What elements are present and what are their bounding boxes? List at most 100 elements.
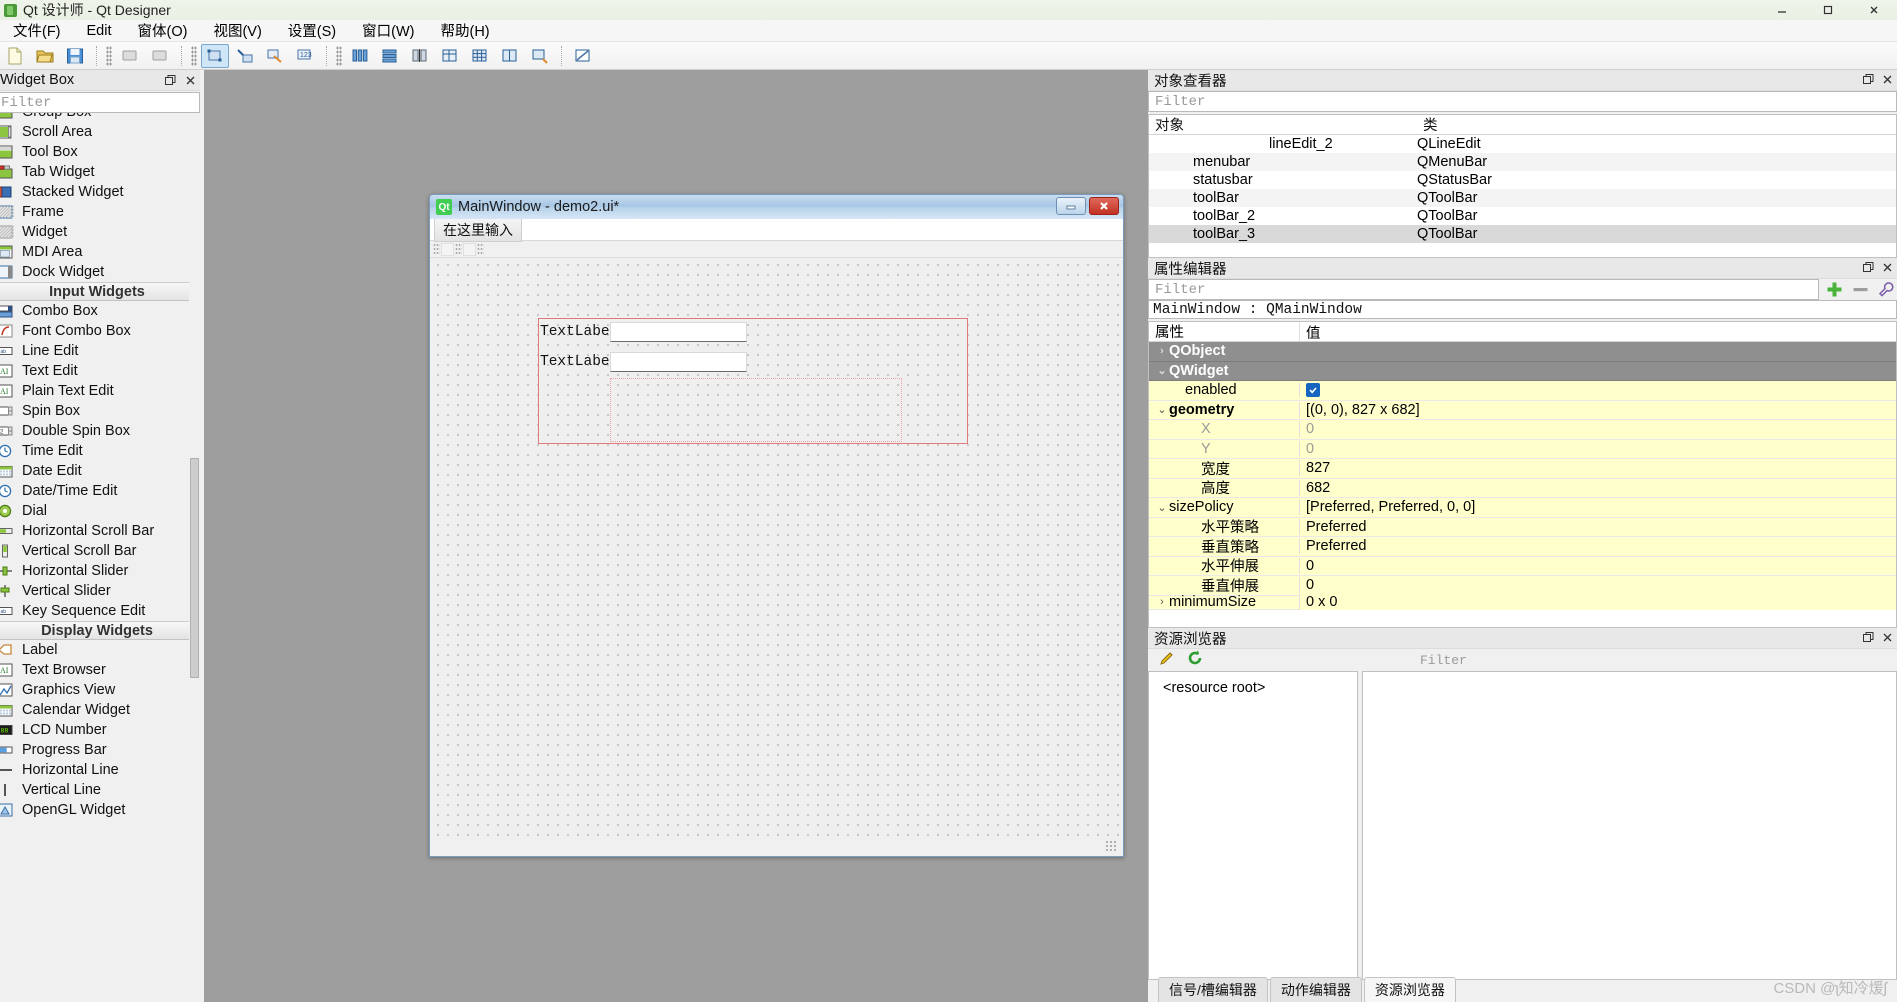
property-value[interactable]: 827 — [1299, 460, 1896, 476]
tab-resource-browser[interactable]: 资源浏览器 — [1364, 977, 1456, 1002]
reload-icon[interactable] — [1186, 649, 1204, 671]
widget-box-item-stacked-widget[interactable]: Stacked Widget — [0, 182, 200, 202]
edit-buddies-icon[interactable] — [261, 44, 289, 68]
widget-box-item-combo-box[interactable]: Combo Box — [0, 301, 200, 321]
chevron-down-icon[interactable]: ⌄ — [1155, 403, 1169, 416]
form-toolbar-grip[interactable] — [433, 243, 440, 256]
widget-box-filter-input[interactable]: Filter — [0, 92, 200, 113]
new-form-icon[interactable] — [1, 44, 29, 68]
property-row[interactable]: 宽度827 — [1149, 459, 1896, 479]
object-inspector-row[interactable]: statusbarQStatusBar — [1149, 171, 1896, 189]
form-canvas[interactable]: TextLabel TextLabel — [433, 260, 1120, 840]
layout-grid-icon[interactable] — [466, 44, 494, 68]
menu-settings[interactable]: 设置(S) — [275, 18, 349, 43]
menu-window[interactable]: 窗口(W) — [349, 18, 427, 43]
widget-box-item-font-combo-box[interactable]: Font Combo Box — [0, 321, 200, 341]
property-value[interactable]: 0 x 0 — [1299, 594, 1896, 610]
wrench-icon[interactable] — [1875, 280, 1897, 300]
widget-box-item-horizontal-line[interactable]: Horizontal Line — [0, 760, 200, 780]
line-edit-1[interactable] — [610, 322, 747, 342]
widget-box-item-vertical-slider[interactable]: Vertical Slider — [0, 581, 200, 601]
widget-box-scrollbar[interactable] — [189, 113, 200, 1002]
widget-box-item-mdi-area[interactable]: MDI Area — [0, 242, 200, 262]
object-inspector-filter-input[interactable]: Filter — [1148, 91, 1897, 112]
toolbar-grip[interactable] — [191, 46, 197, 66]
layout-horizontally-icon[interactable] — [346, 44, 374, 68]
float-icon[interactable] — [1861, 72, 1875, 86]
form-close-button[interactable] — [1089, 197, 1119, 215]
widget-box-item-horizontal-scroll-bar[interactable]: Horizontal Scroll Bar — [0, 521, 200, 541]
float-icon[interactable] — [1861, 260, 1875, 274]
enabled-checkbox[interactable] — [1306, 383, 1320, 397]
widget-box-category[interactable]: Display Widgets — [0, 621, 200, 640]
widget-box-list[interactable]: Group BoxScroll AreaTool BoxTab WidgetSt… — [0, 113, 200, 1002]
object-inspector-row[interactable]: menubarQMenuBar — [1149, 153, 1896, 171]
widget-box-item-time-edit[interactable]: Time Edit — [0, 441, 200, 461]
property-row[interactable]: 高度682 — [1149, 479, 1896, 499]
toolbar-grip[interactable] — [106, 46, 112, 66]
close-icon[interactable] — [1880, 630, 1894, 644]
text-label-2[interactable]: TextLabel — [540, 354, 610, 370]
property-value[interactable]: 0 — [1299, 421, 1896, 437]
layout-break-icon[interactable] — [496, 44, 524, 68]
close-icon[interactable] — [1880, 72, 1894, 86]
widget-box-item-lcd-number[interactable]: 88LCD Number — [0, 720, 200, 740]
property-row[interactable]: 垂直策略Preferred — [1149, 537, 1896, 557]
menu-help[interactable]: 帮助(H) — [427, 18, 502, 43]
close-icon[interactable] — [1880, 260, 1894, 274]
property-value[interactable]: [(0, 0), 827 x 682] — [1299, 402, 1896, 418]
undo-icon[interactable] — [116, 44, 144, 68]
resource-tree[interactable]: <resource root> — [1148, 671, 1358, 980]
form-menu-placeholder[interactable]: 在这里输入 — [434, 218, 522, 242]
maximize-button[interactable] — [1805, 0, 1851, 20]
widget-box-item-frame[interactable]: Frame — [0, 202, 200, 222]
widget-box-item-widget[interactable]: Widget — [0, 222, 200, 242]
widget-box-item-opengl-widget[interactable]: OpenGL Widget — [0, 800, 200, 820]
object-inspector-row[interactable]: toolBarQToolBar — [1149, 189, 1896, 207]
tab-action-editor[interactable]: 动作编辑器 — [1270, 977, 1362, 1002]
layout-splitter-horizontal-icon[interactable] — [406, 44, 434, 68]
property-row[interactable]: 水平策略Preferred — [1149, 518, 1896, 538]
minus-icon[interactable] — [1849, 280, 1871, 300]
property-row[interactable]: ⌄sizePolicy[Preferred, Preferred, 0, 0] — [1149, 498, 1896, 518]
property-row[interactable]: enabled — [1149, 381, 1896, 401]
form-toolbar-grip[interactable] — [477, 243, 484, 256]
redo-icon[interactable] — [146, 44, 174, 68]
widget-box-item-progress-bar[interactable]: Progress Bar — [0, 740, 200, 760]
property-value[interactable] — [1299, 383, 1896, 397]
widget-box-item-scroll-area[interactable]: Scroll Area — [0, 122, 200, 142]
widget-box-item-label[interactable]: Label — [0, 640, 200, 660]
widget-box-item-calendar-widget[interactable]: Calendar Widget — [0, 700, 200, 720]
plus-icon[interactable] — [1823, 280, 1845, 300]
open-form-icon[interactable] — [31, 44, 59, 68]
save-form-icon[interactable] — [61, 44, 89, 68]
chevron-down-icon[interactable]: ⌄ — [1155, 364, 1169, 377]
property-row[interactable]: ›QObject — [1149, 342, 1896, 362]
property-row[interactable]: ⌄geometry[(0, 0), 827 x 682] — [1149, 401, 1896, 421]
resource-browser-filter-input[interactable]: Filter — [1414, 650, 1467, 670]
tab-signal-slot-editor[interactable]: 信号/槽编辑器 — [1158, 977, 1268, 1002]
resize-grip-icon[interactable] — [1105, 840, 1117, 852]
property-editor-table[interactable]: 属性 值 ›QObject⌄QWidgetenabled⌄geometry[(0… — [1148, 321, 1897, 628]
menu-file[interactable]: 文件(F) — [0, 18, 74, 43]
line-edit-2[interactable] — [610, 352, 747, 372]
menu-form[interactable]: 窗体(O) — [125, 18, 201, 43]
object-inspector-row[interactable]: toolBar_2QToolBar — [1149, 207, 1896, 225]
property-value[interactable]: 0 — [1299, 577, 1896, 593]
close-button[interactable] — [1851, 0, 1897, 20]
widget-box-item-spin-box[interactable]: Spin Box — [0, 401, 200, 421]
close-icon[interactable] — [182, 72, 198, 88]
resource-list[interactable] — [1362, 671, 1897, 980]
widget-box-item-date-edit[interactable]: Date Edit — [0, 461, 200, 481]
layout-form-icon[interactable] — [436, 44, 464, 68]
widget-box-item-date-time-edit[interactable]: Date/Time Edit — [0, 481, 200, 501]
property-row[interactable]: ›minimumSize0 x 0 — [1149, 596, 1896, 610]
chevron-right-icon[interactable]: › — [1155, 345, 1169, 357]
form-toolbar-slot[interactable] — [441, 243, 454, 256]
widget-box-item-dock-widget[interactable]: Dock Widget — [0, 262, 200, 282]
widget-box-item-line-edit[interactable]: abLine Edit — [0, 341, 200, 361]
widget-box-item-text-edit[interactable]: AIText Edit — [0, 361, 200, 381]
form-toolbar-slot[interactable] — [463, 243, 476, 256]
adjust-size-icon[interactable] — [526, 44, 554, 68]
chevron-down-icon[interactable]: ⌄ — [1155, 501, 1169, 514]
